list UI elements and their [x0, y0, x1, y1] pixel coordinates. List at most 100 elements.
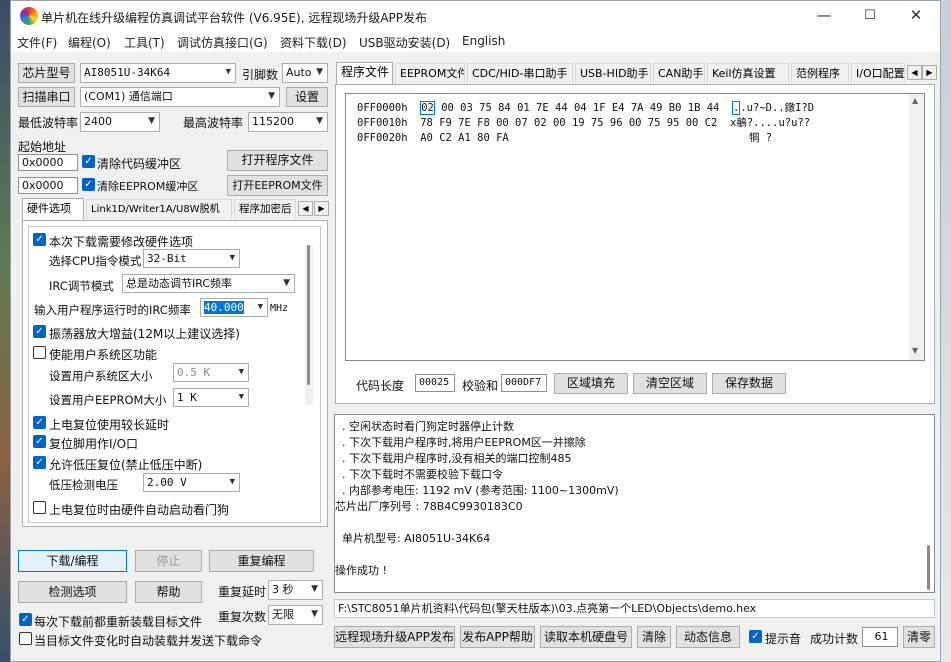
tab-usb-hid[interactable]: USB-HID助手	[575, 63, 651, 83]
menu-debug[interactable]: 调试仿真接口(G)	[177, 34, 268, 51]
auto-wdt-label: 上电复位时由硬件自动启动看门狗	[49, 503, 230, 517]
chevron-down-icon: ▼	[316, 116, 323, 126]
stop-button[interactable]: 停止	[135, 550, 202, 572]
hex-editor[interactable]: 0FF0000h 02 00 03 75 84 01 7E 44 04 1F E…	[345, 93, 925, 361]
repeat-count-select[interactable]: 无限 ▼	[268, 605, 323, 625]
clear-eeprom-checkbox[interactable]: ✓	[82, 178, 95, 191]
publish-app-help-button[interactable]: 发布APP帮助	[460, 626, 535, 648]
clear-code-checkbox[interactable]: ✓	[82, 155, 95, 168]
tab-examples[interactable]: 范例程序	[791, 63, 849, 83]
tab-eeprom-file[interactable]: EEPROM文件	[395, 63, 465, 83]
chip-model-button[interactable]: 芯片型号	[18, 63, 75, 83]
scroll-down-icon[interactable]: ▼	[912, 346, 918, 355]
lvr-checkbox[interactable]: ✓	[33, 456, 46, 469]
clear-area-button[interactable]: 清空区域	[633, 373, 707, 394]
close-button[interactable]: ✕	[893, 1, 939, 32]
tab-scroll-right-icon[interactable]: ▶	[314, 201, 329, 216]
chevron-down-icon: ▼	[268, 91, 275, 101]
reset-io-checkbox[interactable]: ✓	[33, 435, 46, 448]
hw-options-scroll-thumb[interactable]	[307, 245, 310, 385]
auto-send-checkbox[interactable]	[19, 632, 32, 645]
tab-program-file[interactable]: 程序文件	[336, 62, 393, 84]
repeat-program-button[interactable]: 重复编程	[209, 550, 314, 572]
log-scroll-thumb[interactable]	[927, 545, 930, 590]
menu-file[interactable]: 文件(F)	[17, 34, 57, 51]
chevron-down-icon: ▼	[238, 367, 244, 377]
tab-scroll-right-icon[interactable]: ▶	[922, 65, 937, 80]
read-disk-id-button[interactable]: 读取本机硬盘号	[540, 626, 632, 648]
cpu-mode-select[interactable]: 32-Bit ▼	[143, 249, 240, 268]
min-baud-select[interactable]: 2400 ▼	[80, 112, 160, 132]
tab-scroll-left-icon[interactable]: ◀	[298, 201, 313, 216]
clear-log-button[interactable]: 清除	[637, 626, 671, 648]
reload-target-checkbox[interactable]: ✓	[19, 613, 32, 626]
tab-program-encryption[interactable]: 程序加密后	[234, 199, 296, 219]
log-line: . 内部参考电压: 1192 mV (参考范围: 1100~1300mV)	[335, 484, 619, 497]
reload-target-label: 每次下载前都重新装载目标文件	[34, 615, 203, 629]
hex-scrollbar[interactable]: ▲ ▼	[909, 94, 924, 360]
scroll-up-icon[interactable]: ▲	[912, 96, 918, 105]
tab-cdc-hid-serial[interactable]: CDC/HID-串口助手	[467, 63, 573, 83]
scan-port-button[interactable]: 扫描串口	[18, 87, 75, 107]
port-select[interactable]: (COM1) 通信端口 ▼	[80, 87, 280, 107]
open-program-file-button[interactable]: 打开程序文件	[227, 150, 328, 171]
hex-address: 0FF0000h	[357, 102, 408, 114]
log-line: . 下次下载时不需要校验下载口令	[335, 468, 503, 481]
repeat-delay-select[interactable]: 3 秒 ▼	[268, 580, 323, 600]
hw-options-scrollbar[interactable]	[305, 245, 313, 405]
tab-scroll-left-icon[interactable]: ◀	[907, 65, 922, 80]
area-fill-button[interactable]: 区域填充	[554, 373, 628, 394]
auto-wdt-checkbox[interactable]	[33, 501, 46, 514]
menu-download[interactable]: 资料下载(D)	[280, 34, 347, 51]
hex-bytes: 78 F9 7E F8 00 07 02 00 19 75 96 00 75 9…	[420, 117, 718, 129]
help-button[interactable]: 帮助	[135, 581, 202, 603]
eeprom-size-select[interactable]: 1 K ▼	[173, 388, 249, 407]
menu-tools[interactable]: 工具(T)	[124, 34, 165, 51]
irc-frequency-label: 输入用户程序运行时的IRC频率	[34, 303, 191, 317]
tab-keil-sim[interactable]: Keil仿真设置	[707, 63, 789, 83]
download-program-button[interactable]: 下载/编程	[18, 550, 127, 572]
irc-mode-select[interactable]: 总是动态调节IRC频率 ▼	[122, 274, 295, 293]
modify-hw-checkbox[interactable]: ✓	[33, 233, 46, 246]
chevron-down-icon: ▼	[257, 302, 263, 312]
chevron-down-icon: ▼	[316, 67, 323, 77]
tab-link1d-offline[interactable]: Link1D/Writer1A/U8W脱机	[86, 199, 232, 219]
repeat-delay-label: 重复延时	[218, 585, 267, 599]
max-baud-select[interactable]: 115200 ▼	[248, 112, 328, 132]
output-log[interactable]: . 空闲状态时看门狗定时器停止计数 . 下次下载用户程序时,将用户EEPROM区…	[334, 414, 935, 593]
cpu-mode-label: 选择CPU指令模式	[49, 254, 142, 268]
pins-select[interactable]: Auto ▼	[282, 63, 328, 83]
menu-usb-driver[interactable]: USB驱动安装(D)	[359, 34, 450, 51]
menu-english[interactable]: English	[462, 34, 505, 48]
chip-model-select[interactable]: AI8051U-34K64 ▼	[80, 63, 236, 83]
eeprom-address-input[interactable]: 0x0000	[18, 177, 78, 194]
open-eeprom-file-button[interactable]: 打开EEPROM文件	[227, 175, 328, 196]
por-delay-checkbox[interactable]: ✓	[33, 416, 46, 429]
maximize-button[interactable]: ☐	[847, 1, 893, 32]
menu-program[interactable]: 编程(O)	[68, 34, 111, 51]
detect-options-button[interactable]: 检测选项	[18, 581, 127, 603]
hex-ascii: 犅 ?	[748, 132, 773, 144]
hex-bytes: 00 03 75 84 01 7E 44 04 1F E4 7A 49 B0 1…	[441, 102, 720, 114]
tab-hardware-options[interactable]: 硬件选项	[22, 198, 84, 220]
tab-io-config[interactable]: I/O口配置	[851, 63, 905, 83]
remote-upgrade-publish-button[interactable]: 远程现场升级APP发布	[334, 626, 455, 648]
irc-frequency-select[interactable]: 40.000 ▼	[200, 298, 268, 317]
checksum-label: 校验和	[462, 379, 499, 393]
title-bar[interactable]: 单片机在线升级编程仿真调试平台软件 (V6.95E), 远程现场升级APP发布 …	[11, 1, 940, 32]
dynamic-info-button[interactable]: 动态信息	[676, 626, 740, 648]
port-settings-button[interactable]: 设置	[286, 87, 328, 107]
system-area-size-select[interactable]: 0.5 K ▼	[173, 363, 249, 382]
code-address-input[interactable]: 0x0000	[18, 154, 78, 171]
osc-gain-checkbox[interactable]: ✓	[33, 325, 46, 338]
beep-checkbox[interactable]: ✓	[749, 630, 762, 643]
tab-can-helper[interactable]: CAN助手	[653, 63, 705, 83]
minimize-button[interactable]: —	[801, 1, 847, 32]
hex-selected-byte[interactable]: 02	[420, 101, 435, 115]
reset-count-button[interactable]: 清零	[903, 626, 935, 648]
chevron-down-icon: ▼	[225, 67, 231, 77]
lvd-voltage-select[interactable]: 2.00 V ▼	[143, 473, 240, 492]
system-area-checkbox[interactable]	[33, 346, 46, 359]
save-data-button[interactable]: 保存数据	[712, 373, 786, 394]
irc-frequency-unit: MHz	[270, 303, 289, 314]
